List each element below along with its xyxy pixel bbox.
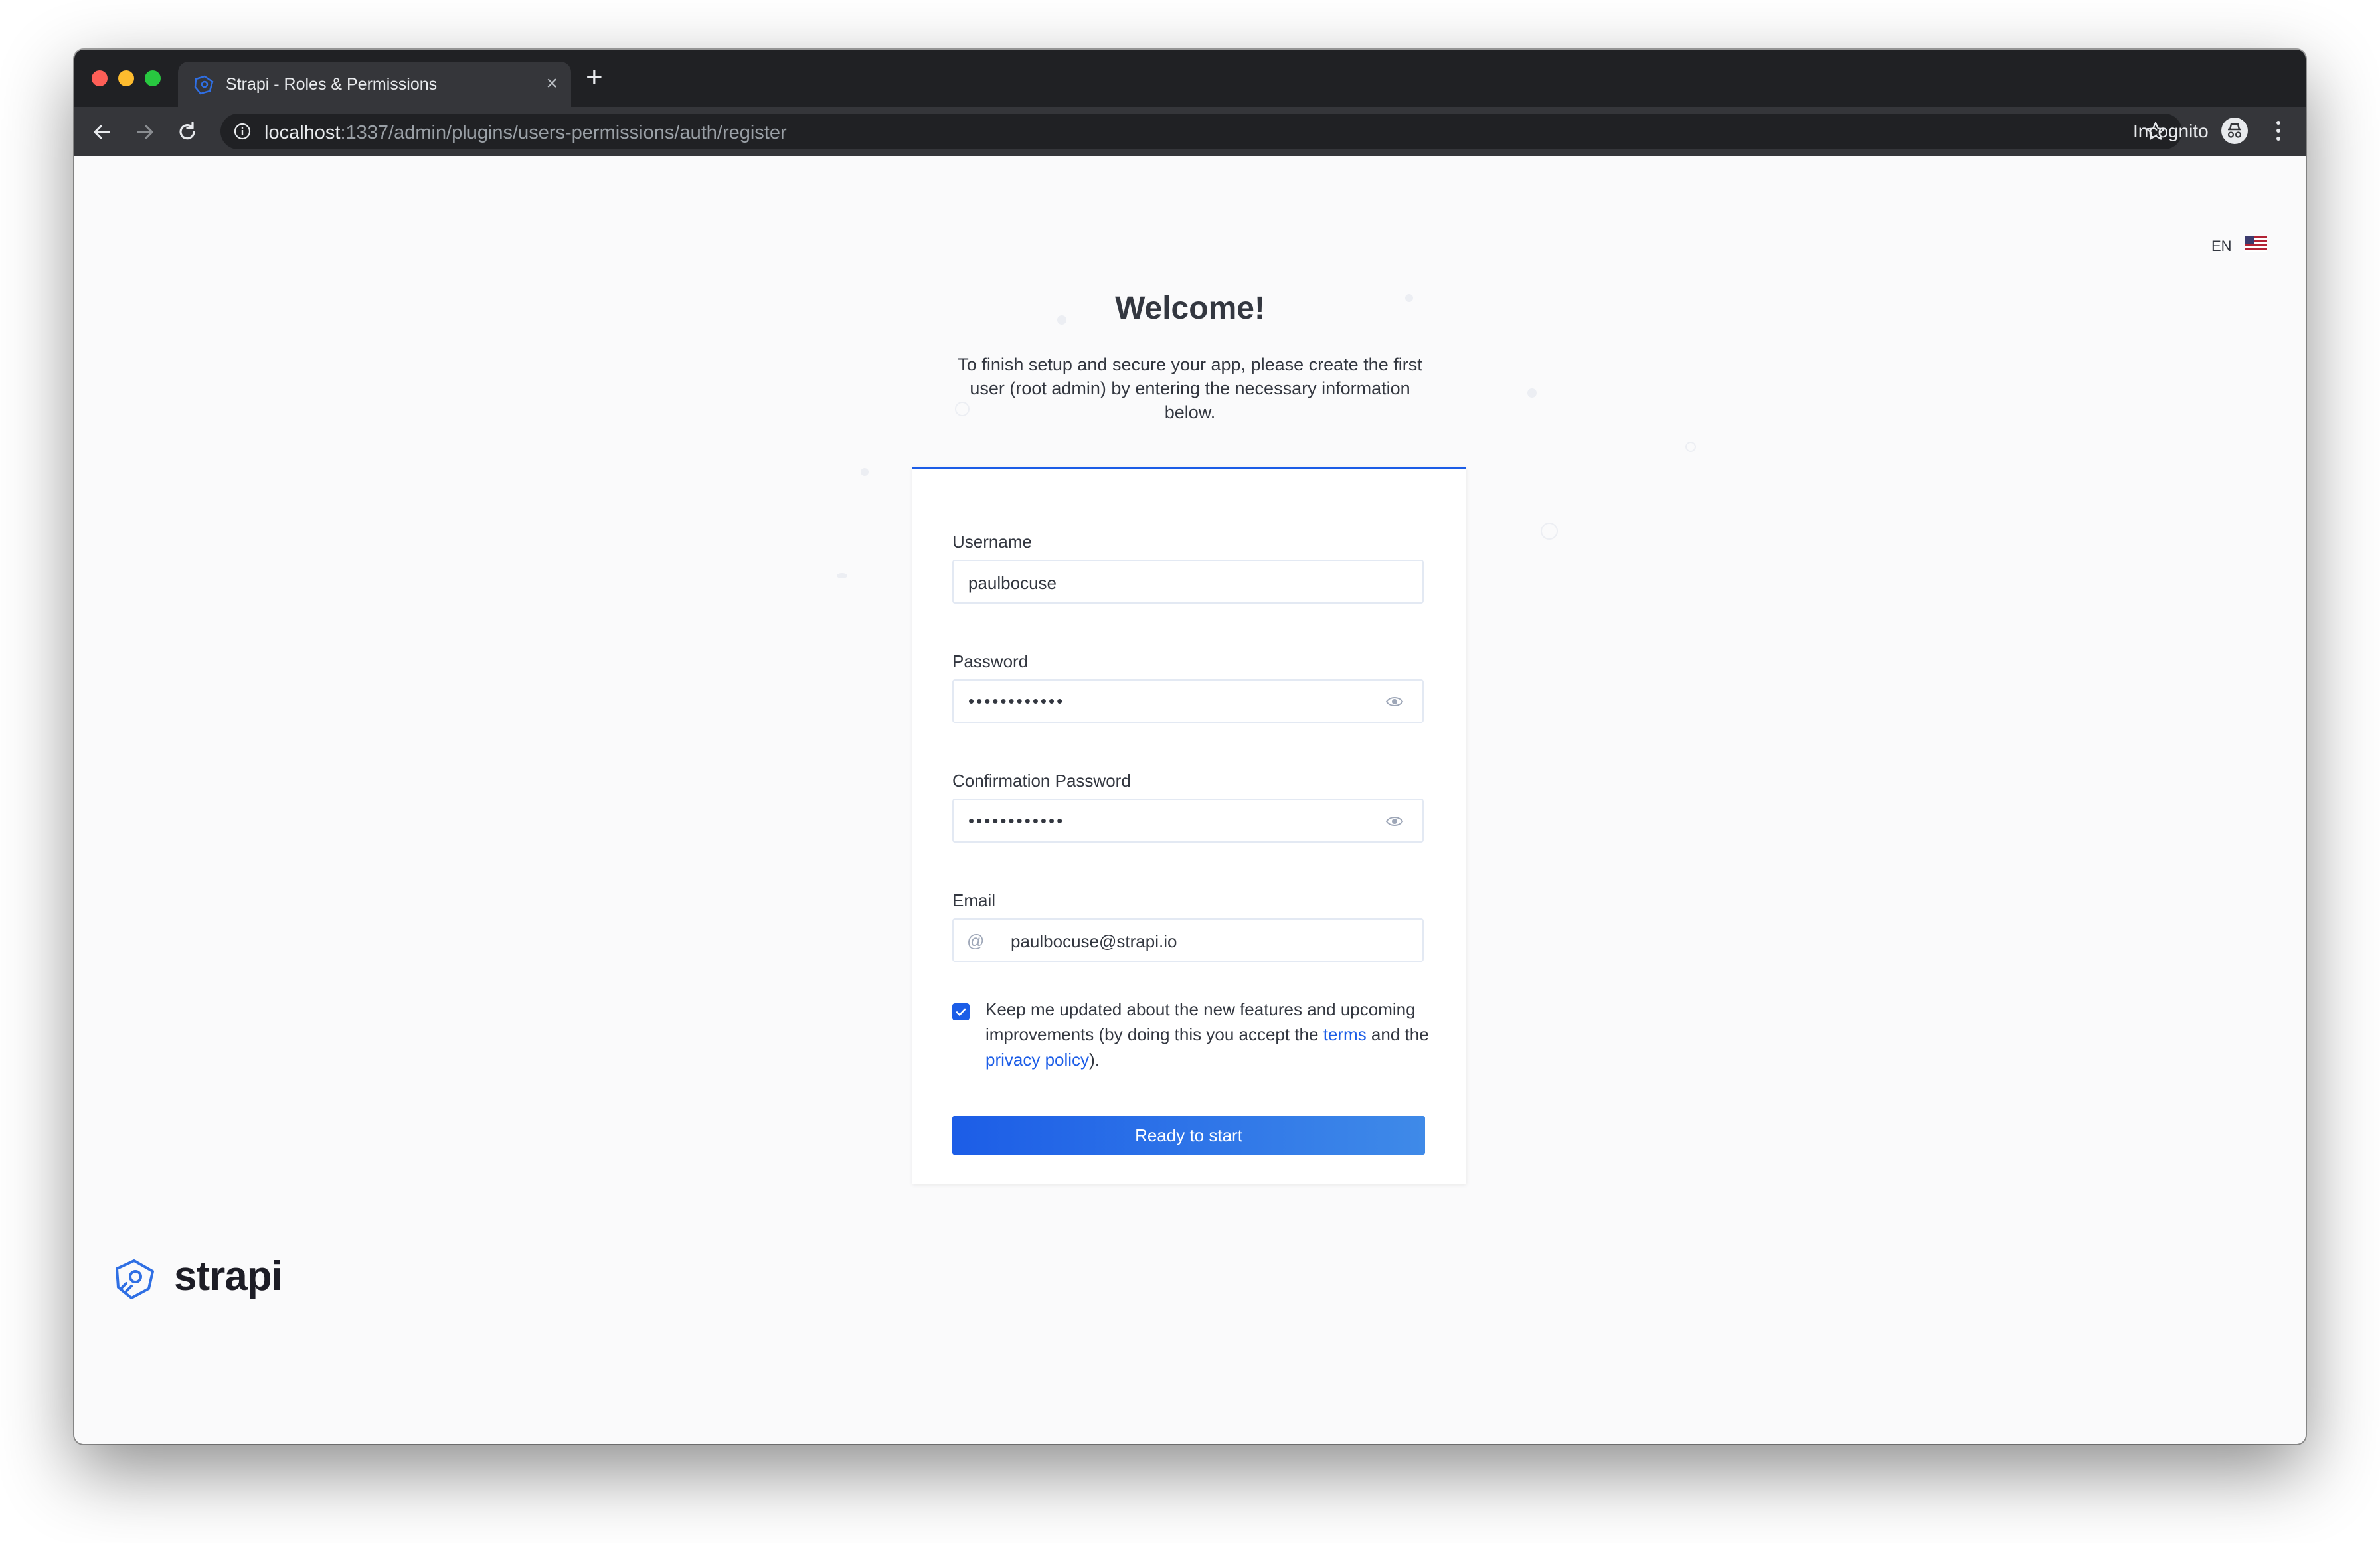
site-info-icon[interactable] bbox=[234, 123, 251, 140]
url-text: localhost:1337/admin/plugins/users-permi… bbox=[264, 122, 787, 144]
newsletter-text-middle: and the bbox=[1366, 1024, 1429, 1044]
address-bar[interactable]: localhost:1337/admin/plugins/users-permi… bbox=[220, 114, 2182, 149]
show-password-eye-icon[interactable] bbox=[1385, 695, 1404, 708]
browser-window: Strapi - Roles & Permissions × + localho… bbox=[74, 50, 2306, 1444]
forward-arrow-icon[interactable] bbox=[131, 119, 158, 145]
page-content: EN Welcome! To finish setup and secure y… bbox=[74, 156, 2306, 1444]
username-input[interactable]: paulbocuse bbox=[952, 560, 1424, 604]
newsletter-text-after: ). bbox=[1089, 1050, 1100, 1070]
privacy-policy-link[interactable]: privacy policy bbox=[985, 1050, 1089, 1070]
page-subtitle: To finish setup and secure your app, ple… bbox=[958, 355, 1422, 422]
email-value: paulbocuse@strapi.io bbox=[1011, 932, 1177, 951]
tab-strip: Strapi - Roles & Permissions × + bbox=[74, 50, 2306, 107]
register-form: Username paulbocuse Password •••••••••••… bbox=[912, 467, 1466, 1184]
terms-link[interactable]: terms bbox=[1323, 1024, 1367, 1044]
reload-icon[interactable] bbox=[174, 119, 201, 145]
page-title: Welcome! bbox=[1115, 291, 1265, 326]
strapi-logo-icon bbox=[116, 1259, 154, 1299]
us-flag-icon[interactable] bbox=[2245, 236, 2267, 252]
email-input[interactable]: @ paulbocuse@strapi.io bbox=[952, 918, 1424, 962]
newsletter-text: Keep me updated about the new features a… bbox=[985, 997, 1437, 1072]
password-label: Password bbox=[952, 651, 1029, 671]
username-value: paulbocuse bbox=[968, 573, 1057, 593]
back-arrow-icon[interactable] bbox=[89, 119, 116, 145]
ready-to-start-button[interactable]: Ready to start bbox=[952, 1116, 1425, 1155]
decor-dot bbox=[861, 468, 869, 476]
incognito-label: Incognito bbox=[2133, 121, 2209, 141]
email-label: Email bbox=[952, 890, 996, 910]
at-sign-icon: @ bbox=[967, 931, 985, 951]
browser-menu-icon[interactable] bbox=[2274, 119, 2283, 143]
decor-circle bbox=[1541, 523, 1558, 540]
password-input[interactable]: •••••••••••• bbox=[952, 679, 1424, 723]
checkmark-icon bbox=[956, 1008, 966, 1016]
close-tab-icon[interactable]: × bbox=[546, 72, 558, 95]
username-label: Username bbox=[952, 532, 1032, 552]
newsletter-checkbox[interactable] bbox=[952, 1003, 970, 1020]
strapi-favicon-icon bbox=[194, 75, 214, 95]
password-value: •••••••••••• bbox=[968, 691, 1065, 711]
strapi-logo-text: strapi bbox=[174, 1254, 283, 1299]
new-tab-button[interactable]: + bbox=[586, 63, 603, 92]
incognito-icon[interactable] bbox=[2221, 117, 2249, 145]
tab-title: Strapi - Roles & Permissions bbox=[226, 75, 438, 94]
decor-dot bbox=[1527, 388, 1537, 398]
url-path: :1337/admin/plugins/users-permissions/au… bbox=[340, 122, 787, 143]
url-host: localhost bbox=[264, 122, 341, 143]
show-confirm-password-eye-icon[interactable] bbox=[1385, 815, 1404, 828]
maximize-window-button[interactable] bbox=[145, 70, 161, 86]
decor-dot bbox=[1685, 442, 1696, 452]
confirm-password-label: Confirmation Password bbox=[952, 771, 1131, 791]
confirm-password-input[interactable]: •••••••••••• bbox=[952, 799, 1424, 843]
minimize-window-button[interactable] bbox=[118, 70, 134, 86]
browser-tab[interactable]: Strapi - Roles & Permissions × bbox=[178, 62, 571, 107]
confirm-password-value: •••••••••••• bbox=[968, 811, 1065, 831]
browser-toolbar: localhost:1337/admin/plugins/users-permi… bbox=[74, 107, 2306, 156]
language-selector[interactable]: EN bbox=[2211, 238, 2232, 255]
close-window-button[interactable] bbox=[92, 70, 108, 86]
decor-dot bbox=[837, 573, 847, 578]
